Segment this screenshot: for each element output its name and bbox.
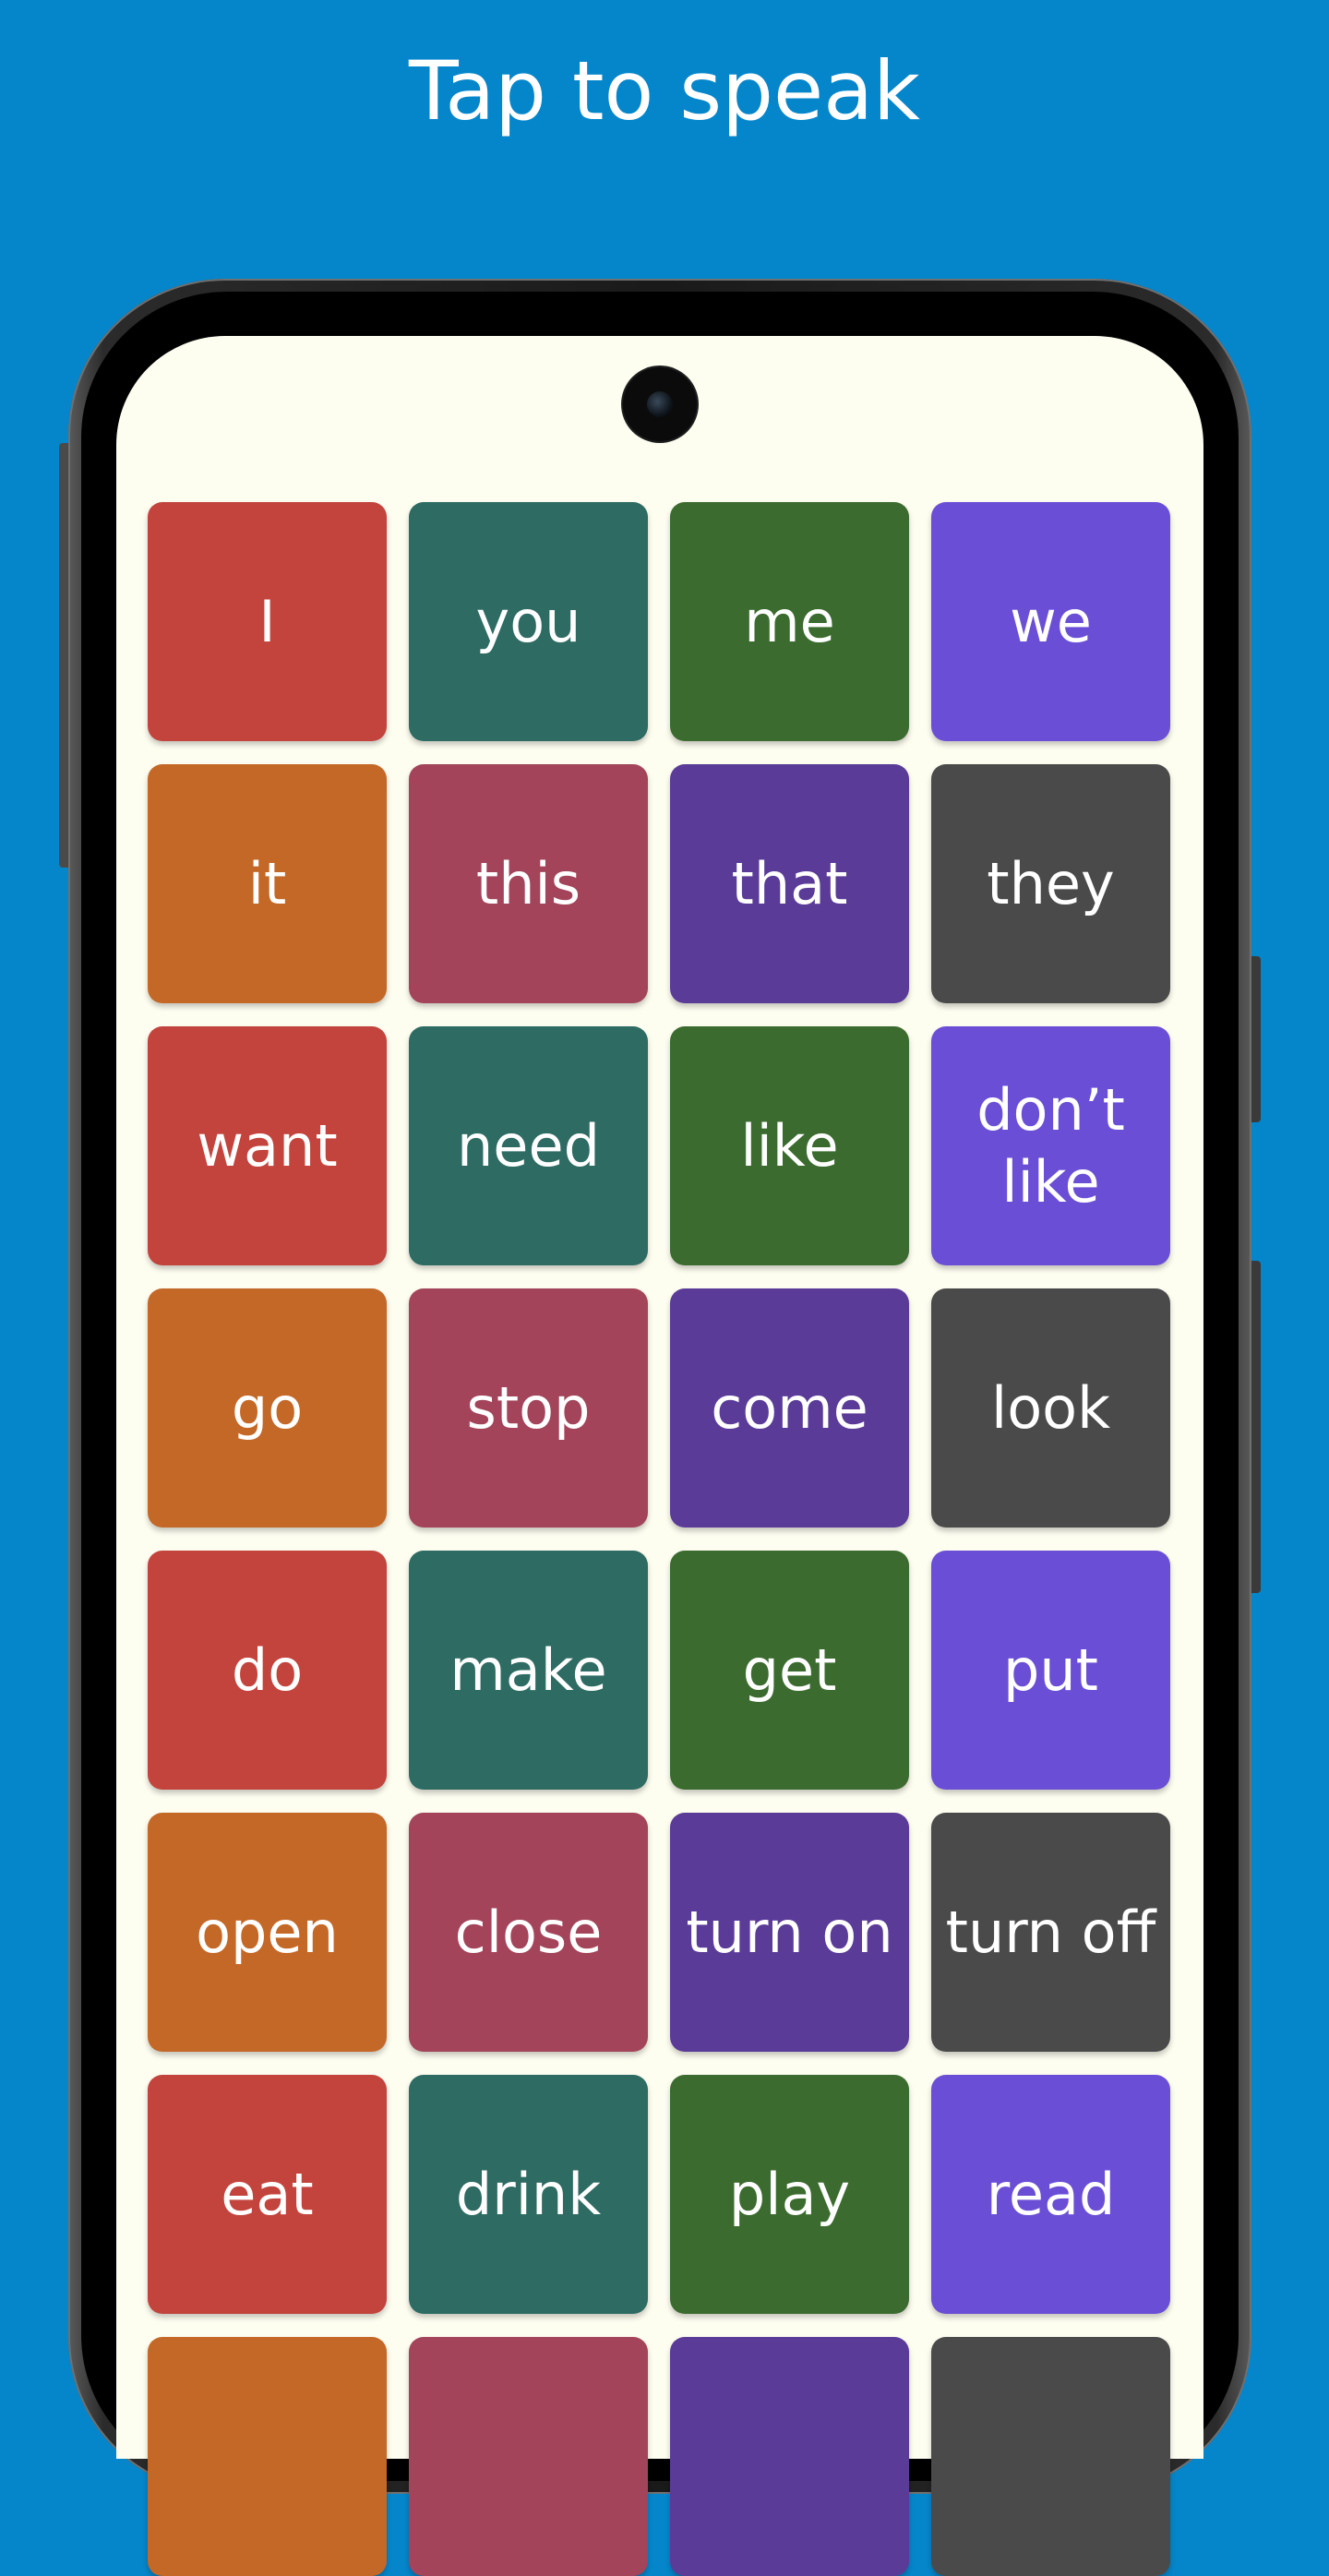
word-tile[interactable]: I xyxy=(148,502,387,741)
word-tile[interactable]: you xyxy=(409,502,648,741)
word-tile[interactable] xyxy=(148,2337,387,2576)
word-tile[interactable] xyxy=(670,2337,909,2576)
word-tile[interactable]: put xyxy=(931,1551,1170,1790)
word-tile[interactable]: go xyxy=(148,1288,387,1528)
word-tile[interactable]: turn on xyxy=(670,1813,909,2052)
word-tile[interactable]: need xyxy=(409,1026,648,1265)
phone-volume-button xyxy=(1251,956,1261,1122)
word-tile[interactable] xyxy=(931,2337,1170,2576)
phone-side-button xyxy=(59,443,68,868)
word-tile[interactable]: that xyxy=(670,764,909,1003)
word-tile[interactable]: this xyxy=(409,764,648,1003)
word-tile[interactable]: drink xyxy=(409,2075,648,2314)
word-tile[interactable]: want xyxy=(148,1026,387,1265)
page-title: Tap to speak xyxy=(409,43,920,138)
word-tile[interactable]: open xyxy=(148,1813,387,2052)
word-tile[interactable]: they xyxy=(931,764,1170,1003)
front-camera-icon xyxy=(623,367,697,441)
word-tile[interactable]: read xyxy=(931,2075,1170,2314)
word-tile[interactable] xyxy=(409,2337,648,2576)
word-tile[interactable]: play xyxy=(670,2075,909,2314)
word-tile[interactable]: close xyxy=(409,1813,648,2052)
word-tile[interactable]: make xyxy=(409,1551,648,1790)
word-tile[interactable]: come xyxy=(670,1288,909,1528)
word-tile[interactable]: do xyxy=(148,1551,387,1790)
word-grid: I you me we it this that they want need … xyxy=(148,502,1172,2576)
word-tile[interactable]: don’t like xyxy=(931,1026,1170,1265)
word-tile[interactable]: get xyxy=(670,1551,909,1790)
phone-power-button xyxy=(1251,1261,1261,1593)
word-tile[interactable]: like xyxy=(670,1026,909,1265)
word-tile[interactable]: we xyxy=(931,502,1170,741)
word-tile[interactable]: me xyxy=(670,502,909,741)
word-tile[interactable]: eat xyxy=(148,2075,387,2314)
word-tile[interactable]: look xyxy=(931,1288,1170,1528)
word-tile[interactable]: stop xyxy=(409,1288,648,1528)
word-tile[interactable]: it xyxy=(148,764,387,1003)
word-tile[interactable]: turn off xyxy=(931,1813,1170,2052)
